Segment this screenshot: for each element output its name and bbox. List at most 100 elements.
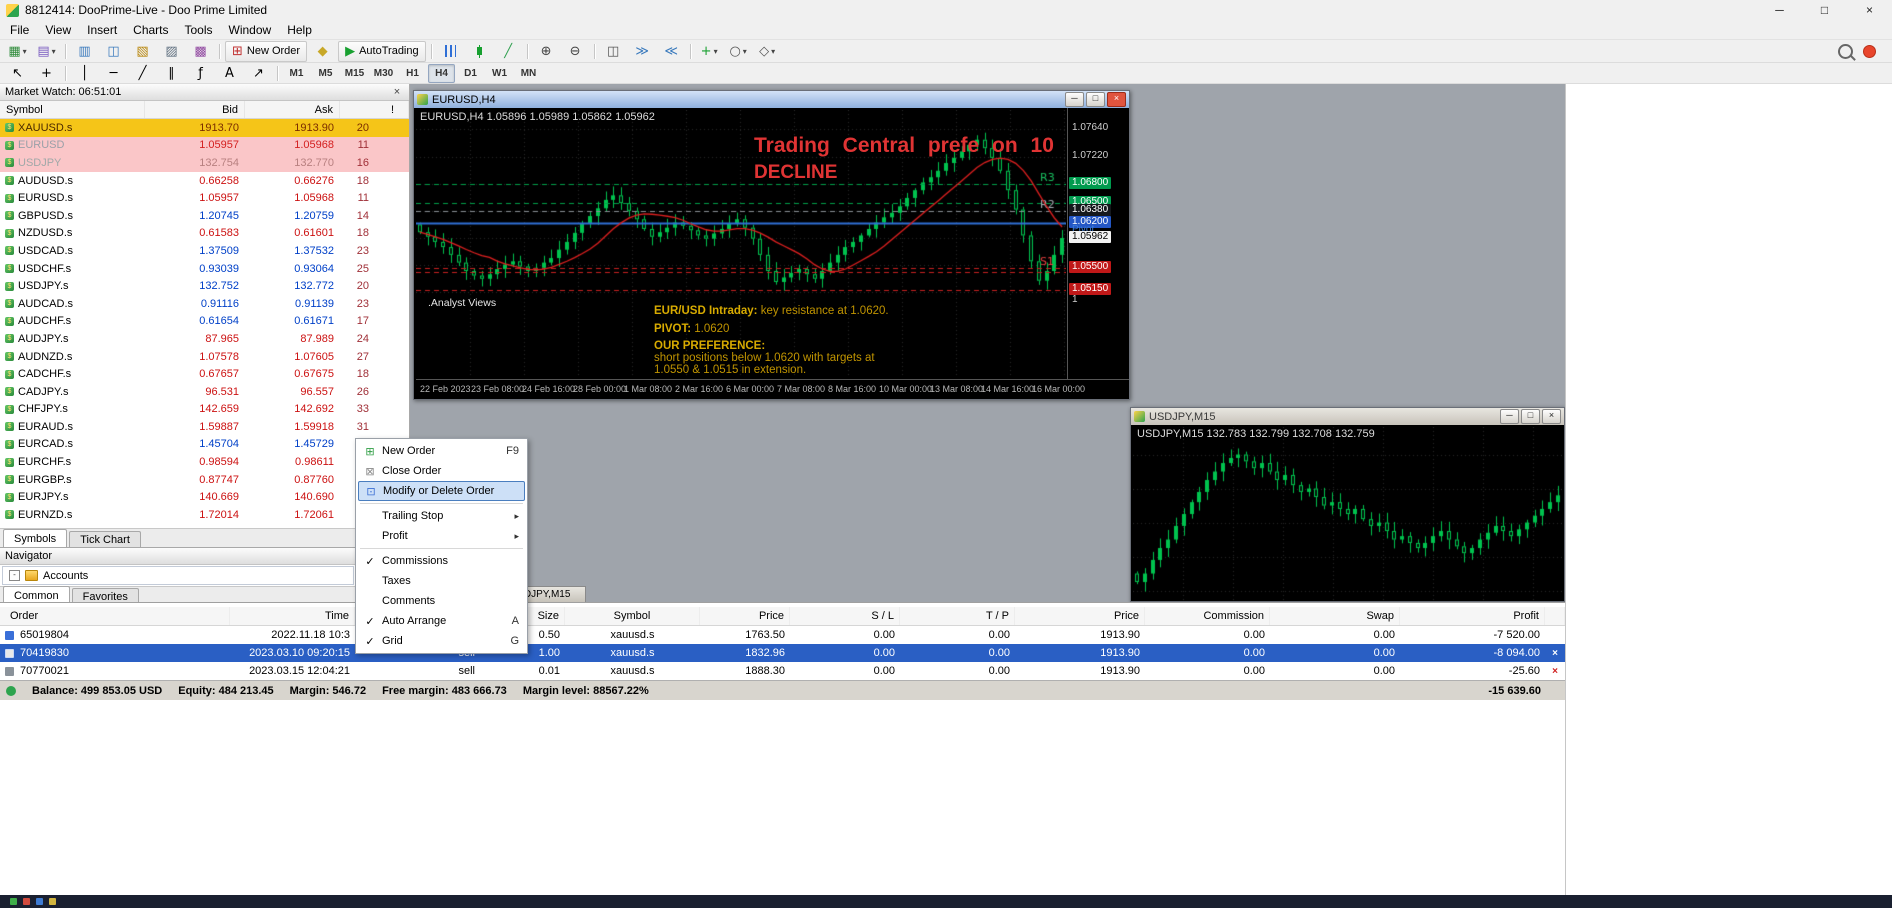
usdjpy-chart-canvas[interactable]	[1133, 427, 1562, 601]
trendline-button[interactable]: ╱	[129, 63, 156, 84]
menu-file[interactable]: File	[2, 20, 37, 39]
vertical-line-button[interactable]: │	[71, 63, 98, 84]
timeframe-m15-button[interactable]: M15	[341, 64, 368, 83]
column-header-symbol-4[interactable]: Symbol	[565, 607, 700, 625]
auto-scroll-button[interactable]: ≫	[629, 41, 656, 62]
column-header-close[interactable]	[1545, 607, 1565, 625]
market-watch-tab-symbols[interactable]: Symbols	[3, 529, 67, 547]
column-header-price-5[interactable]: Price	[700, 607, 790, 625]
menu-item-new-order[interactable]: ⊞New OrderF9	[358, 441, 525, 461]
chart-restore-button[interactable]: □	[1521, 409, 1540, 424]
horizontal-line-button[interactable]: ─	[100, 63, 127, 84]
market-watch-row-usdjpy-s[interactable]: $USDJPY.s132.752132.77220	[0, 277, 409, 295]
timeframe-m1-button[interactable]: M1	[283, 64, 310, 83]
market-watch-row-euraud-s[interactable]: $EURAUD.s1.598871.5991831	[0, 418, 409, 436]
data-window-button[interactable]: ◫	[100, 41, 127, 62]
timeframe-w1-button[interactable]: W1	[486, 64, 513, 83]
order-row-65019804[interactable]: 650198042022.11.18 10:3sell0.50xauusd.s1…	[0, 626, 1565, 644]
tree-collapse-icon[interactable]: -	[9, 570, 20, 581]
navigator-item-accounts[interactable]: Accounts	[43, 570, 88, 582]
metaeditor-button[interactable]: ◆	[309, 41, 336, 62]
market-watch-row-eurusd[interactable]: $EURUSD1.059571.0596811	[0, 137, 409, 155]
menu-insert[interactable]: Insert	[79, 20, 125, 39]
candlestick-chart-button[interactable]	[466, 41, 493, 62]
column-header-order-0[interactable]: Order	[0, 607, 230, 625]
cursor-button[interactable]: ↖	[4, 63, 31, 84]
close-order-cell[interactable]: ×	[1545, 662, 1565, 680]
market-watch-row-nzdusd-s[interactable]: $NZDUSD.s0.615830.6160118	[0, 225, 409, 243]
menu-help[interactable]: Help	[279, 20, 320, 39]
menu-item-taxes[interactable]: Taxes	[358, 571, 525, 591]
menu-item-profit[interactable]: Profit▸	[358, 526, 525, 546]
column-header-price-8[interactable]: Price	[1015, 607, 1145, 625]
indicators-button[interactable]: +▾	[696, 41, 723, 62]
market-watch-row-audchf-s[interactable]: $AUDCHF.s0.616540.6167117	[0, 313, 409, 331]
timeframe-m30-button[interactable]: M30	[370, 64, 397, 83]
market-watch-row-usdcad-s[interactable]: $USDCAD.s1.375091.3753223	[0, 242, 409, 260]
market-watch-row-eurnzd-s[interactable]: $EURNZD.s1.720141.7206147	[0, 506, 409, 524]
taskbar-item-icon[interactable]	[10, 898, 17, 905]
market-watch-row-cadchf-s[interactable]: $CADCHF.s0.676570.6767518	[0, 365, 409, 383]
taskbar-item-icon[interactable]	[23, 898, 30, 905]
column-header-s-l-6[interactable]: S / L	[790, 607, 900, 625]
fibonacci-button[interactable]: ƒ	[187, 63, 214, 84]
menu-item-modify-or-delete-order[interactable]: ⊡Modify or Delete Order	[358, 481, 525, 501]
new-chart-button[interactable]: ▦▾	[4, 41, 31, 62]
market-watch-row-eurchf-s[interactable]: $EURCHF.s0.985940.9861117	[0, 453, 409, 471]
market-watch-row-xauusd-s[interactable]: $XAUUSD.s1913.701913.9020	[0, 119, 409, 137]
minimize-button[interactable]: ─	[1757, 0, 1802, 20]
maximize-button[interactable]: □	[1802, 0, 1847, 20]
taskbar-item-icon[interactable]	[36, 898, 43, 905]
close-button[interactable]: ×	[1847, 0, 1892, 20]
chart-minimize-button[interactable]: ─	[1500, 409, 1519, 424]
timeframe-mn-button[interactable]: MN	[515, 64, 542, 83]
equidistant-channel-button[interactable]: ∥	[158, 63, 185, 84]
market-watch-button[interactable]: ▥	[71, 41, 98, 62]
market-watch-tab-tick-chart[interactable]: Tick Chart	[69, 531, 141, 547]
market-watch-close-icon[interactable]: ×	[390, 86, 404, 98]
notification-badge-icon[interactable]	[1863, 45, 1876, 58]
menu-item-comments[interactable]: Comments	[358, 591, 525, 611]
market-watch-row-eurusd-s[interactable]: $EURUSD.s1.059571.0596811	[0, 189, 409, 207]
close-order-cell[interactable]: ×	[1545, 644, 1565, 662]
search-icon[interactable]	[1838, 44, 1853, 59]
column-header-[interactable]: !	[340, 101, 409, 118]
chart-minimize-button[interactable]: ─	[1065, 92, 1084, 107]
order-row-70770021[interactable]: 707700212023.03.15 12:04:21sell0.01xauus…	[0, 662, 1565, 680]
menu-item-close-order[interactable]: ⊠Close Order	[358, 461, 525, 481]
timeframe-h4-button[interactable]: H4	[428, 64, 455, 83]
usdjpy-window-titlebar[interactable]: USDJPY,M15 ─ □ ×	[1131, 408, 1564, 425]
crosshair-button[interactable]: +	[33, 63, 60, 84]
order-row-70419830[interactable]: 704198302023.03.10 09:20:15sell1.00xauus…	[0, 644, 1565, 662]
column-header-swap-10[interactable]: Swap	[1270, 607, 1400, 625]
text-label-button[interactable]: A	[216, 63, 243, 84]
menu-item-trailing-stop[interactable]: Trailing Stop▸	[358, 506, 525, 526]
market-watch-row-audnzd-s[interactable]: $AUDNZD.s1.075781.0760527	[0, 348, 409, 366]
zoom-in-button[interactable]: ⊕	[533, 41, 560, 62]
column-header-symbol[interactable]: Symbol	[0, 101, 145, 118]
menu-item-auto-arrange[interactable]: ✓Auto ArrangeA	[358, 611, 525, 631]
market-watch-row-eurjpy-s[interactable]: $EURJPY.s140.669140.69021	[0, 488, 409, 506]
autotrading-button[interactable]: ▶AutoTrading	[338, 41, 426, 62]
terminal-button[interactable]: ▨	[158, 41, 185, 62]
menu-tools[interactable]: Tools	[177, 20, 221, 39]
column-header-ask[interactable]: Ask	[245, 101, 340, 118]
column-header-bid[interactable]: Bid	[145, 101, 245, 118]
timeframe-d1-button[interactable]: D1	[457, 64, 484, 83]
eurusd-window-titlebar[interactable]: EURUSD,H4 ─ □ ×	[414, 91, 1129, 108]
market-watch-row-gbpusd-s[interactable]: $GBPUSD.s1.207451.2075914	[0, 207, 409, 225]
new-order-button[interactable]: ⊞New Order	[225, 41, 307, 62]
market-watch-row-eurcad-s[interactable]: $EURCAD.s1.457041.4572925	[0, 436, 409, 454]
menu-window[interactable]: Window	[221, 20, 280, 39]
market-watch-row-usdchf-s[interactable]: $USDCHF.s0.930390.9306425	[0, 260, 409, 278]
column-header-commission-9[interactable]: Commission	[1145, 607, 1270, 625]
chart-shift-button[interactable]: ≪	[658, 41, 685, 62]
bar-chart-button[interactable]	[437, 41, 464, 62]
market-watch-row-cadjpy-s[interactable]: $CADJPY.s96.53196.55726	[0, 383, 409, 401]
arrow-tool-button[interactable]: ↗	[245, 63, 272, 84]
periods-button[interactable]: ○▾	[725, 41, 752, 62]
timeframe-m5-button[interactable]: M5	[312, 64, 339, 83]
templates-button[interactable]: ◇▾	[754, 41, 781, 62]
strategy-tester-button[interactable]: ▩	[187, 41, 214, 62]
chart-close-button[interactable]: ×	[1107, 92, 1126, 107]
